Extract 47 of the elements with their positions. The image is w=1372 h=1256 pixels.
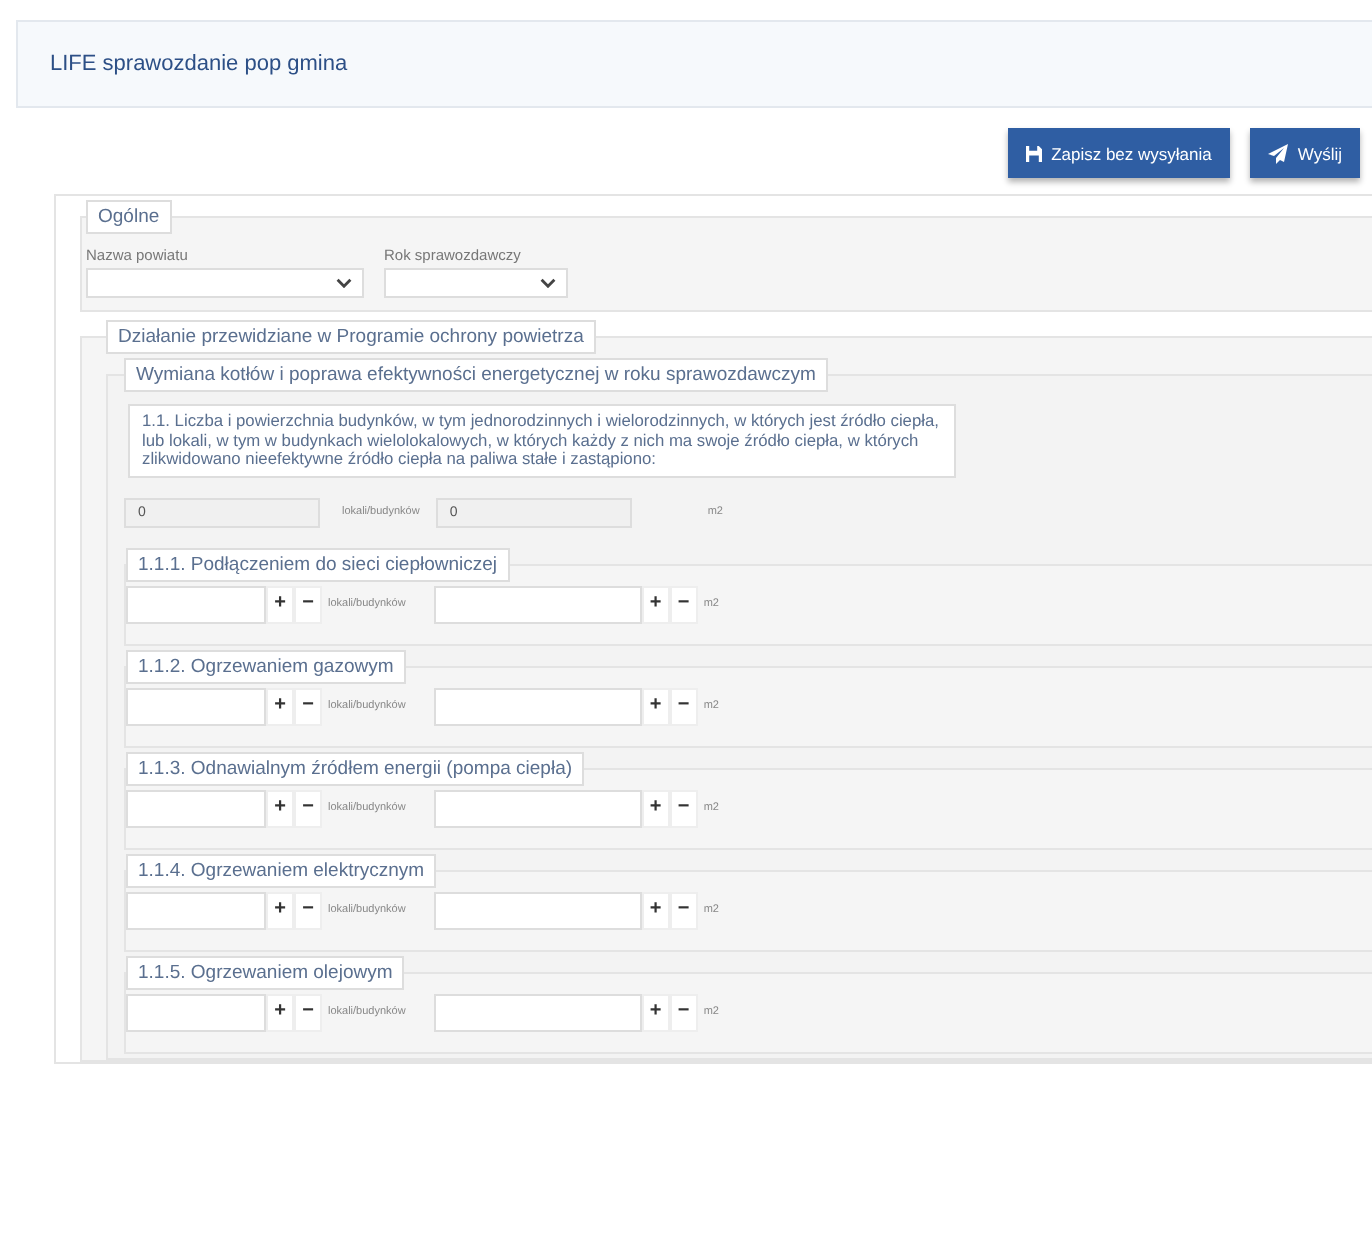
section-legend: 1.1.1. Podłączeniem do sieci ciepłowniczej (126, 547, 510, 582)
chevron-down-icon (540, 278, 556, 288)
number-input[interactable] (126, 687, 266, 726)
increment-button[interactable]: + (641, 585, 670, 624)
number-input[interactable] (433, 687, 642, 726)
increment-button[interactable]: + (641, 993, 670, 1032)
section-legend: 1.1.5. Ogrzewaniem olejowym (126, 955, 405, 990)
number-input[interactable] (433, 993, 642, 1032)
number-input[interactable] (433, 891, 642, 930)
decrement-button[interactable]: − (294, 687, 322, 726)
decrement-button[interactable]: − (669, 891, 698, 930)
decrement-button[interactable]: − (669, 585, 698, 624)
increment-button[interactable]: + (641, 687, 670, 726)
dropdown-field[interactable] (86, 268, 364, 298)
section-legend: 1.1.4. Ogrzewaniem elektrycznym (126, 853, 437, 888)
decrement-button[interactable]: − (294, 789, 322, 828)
increment-button[interactable]: + (641, 789, 670, 828)
section-legend: Ogólne (86, 200, 172, 234)
paper-plane-icon (1267, 143, 1288, 163)
decrement-button[interactable]: − (669, 789, 698, 828)
increment-button[interactable]: + (266, 891, 294, 930)
increment-button[interactable]: + (641, 891, 670, 930)
save-button[interactable]: Zapisz bez wysyłania (1007, 128, 1230, 178)
decrement-button[interactable]: − (669, 993, 698, 1032)
number-input[interactable] (126, 585, 266, 624)
increment-button[interactable]: + (266, 687, 294, 726)
question-text: 1.1. Liczba i powierzchnia budynków, w tym jednorodzinnych i wielorodzinnych, w których jest źródło ciepła, lub lokali, w tym w budynkach wielolokalowych, w których każdy z nich ma swoje źródło ciepła, w których zlikwidowano nieefektywne źródło ciepła na paliwa stałe i zastąpiono: (142, 412, 941, 470)
number-input[interactable] (433, 585, 642, 624)
number-input[interactable] (433, 789, 642, 828)
section-legend: Działanie przewidziane w Programie ochrony powietrza (106, 320, 596, 354)
number-input[interactable] (126, 789, 266, 828)
send-button[interactable]: Wyślij (1249, 128, 1360, 178)
page-title: LIFE sprawozdanie pop gmina (50, 52, 348, 76)
decrement-button[interactable]: − (669, 687, 698, 726)
dropdown-field[interactable] (384, 268, 568, 298)
decrement-button[interactable]: − (294, 993, 322, 1032)
increment-button[interactable]: + (266, 789, 294, 828)
decrement-button[interactable]: − (294, 891, 322, 930)
chevron-down-icon (336, 278, 352, 288)
decrement-button[interactable]: − (294, 585, 322, 624)
section-legend: 1.1.3. Odnawialnym źródłem energii (pompa ciepła) (126, 751, 585, 786)
section-legend: 1.1.2. Ogrzewaniem gazowym (126, 649, 406, 684)
number-input[interactable] (126, 891, 266, 930)
number-input[interactable] (126, 993, 266, 1032)
section-legend: Wymiana kotłów i poprawa efektywności energetycznej w roku sprawozdawczym (124, 358, 828, 392)
increment-button[interactable]: + (266, 993, 294, 1032)
increment-button[interactable]: + (266, 585, 294, 624)
